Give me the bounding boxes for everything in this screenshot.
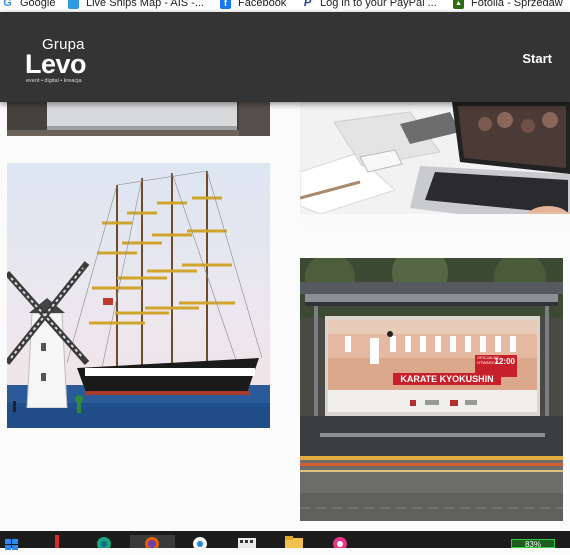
paypal-icon: P (303, 0, 312, 9)
bookmark-label: Fotolia - Sprzedaw (471, 0, 563, 9)
nav-start-link[interactable]: Start (522, 51, 552, 66)
bus-stop-photo (300, 258, 563, 521)
folder-icon[interactable] (285, 535, 303, 548)
fotolia-icon: ▲ (453, 0, 464, 9)
bookmark-google[interactable]: G Google (2, 0, 55, 10)
poster-time: 12:00 (494, 357, 515, 366)
ship-icon (68, 0, 79, 9)
firefox-icon[interactable] (130, 535, 175, 551)
edge-icon[interactable] (97, 535, 111, 551)
gallery-image-tall-ship[interactable] (7, 163, 270, 428)
logo-line2: Levo (25, 49, 87, 79)
site-header: Grupa Levo event • digital • kreacja Sta… (0, 12, 570, 102)
battery-indicator[interactable]: 83% (511, 539, 555, 549)
laptop-hands-photo (300, 102, 570, 228)
logo-tagline: event • digital • kreacja (26, 78, 82, 84)
laptop-desk-photo (7, 102, 270, 136)
bookmarks-bar: G Google Live Ships Map - AIS -... f Fac… (0, 0, 570, 12)
bookmark-fotolia[interactable]: ▲ Fotolia - Sprzedaw (453, 0, 563, 10)
bookmark-facebook[interactable]: f Facebook (220, 0, 286, 10)
bookmark-live-ships-map[interactable]: Live Ships Map - AIS -... (68, 0, 204, 10)
facebook-icon: f (220, 0, 231, 9)
chrome-icon[interactable] (193, 535, 207, 551)
bookmark-label: Facebook (238, 0, 287, 9)
bookmark-label: Google (20, 0, 56, 9)
windows-icon[interactable] (5, 537, 19, 550)
taskbar: 83% (0, 531, 570, 551)
poster-title: KARATE KYOKUSHIN (393, 373, 501, 385)
bookmark-label: Live Ships Map - AIS -... (86, 0, 204, 9)
google-icon: G (3, 0, 12, 9)
gallery-image-bus-stop-billboard[interactable]: OFICJALNE OTWARCIE 12:00 KARATE KYOKUSHI… (300, 258, 563, 521)
gallery-image-laptop-hands[interactable] (300, 102, 570, 228)
tall-ship-photo (7, 163, 270, 428)
paint-icon[interactable] (50, 535, 64, 548)
gallery-image-laptop-desk[interactable] (7, 102, 270, 136)
bookmark-paypal[interactable]: P Log in to your PayPal ... (302, 0, 437, 10)
creative-cloud-icon[interactable] (333, 535, 347, 551)
bookmark-label: Log in to your PayPal ... (320, 0, 437, 9)
media-icon[interactable] (238, 535, 256, 548)
